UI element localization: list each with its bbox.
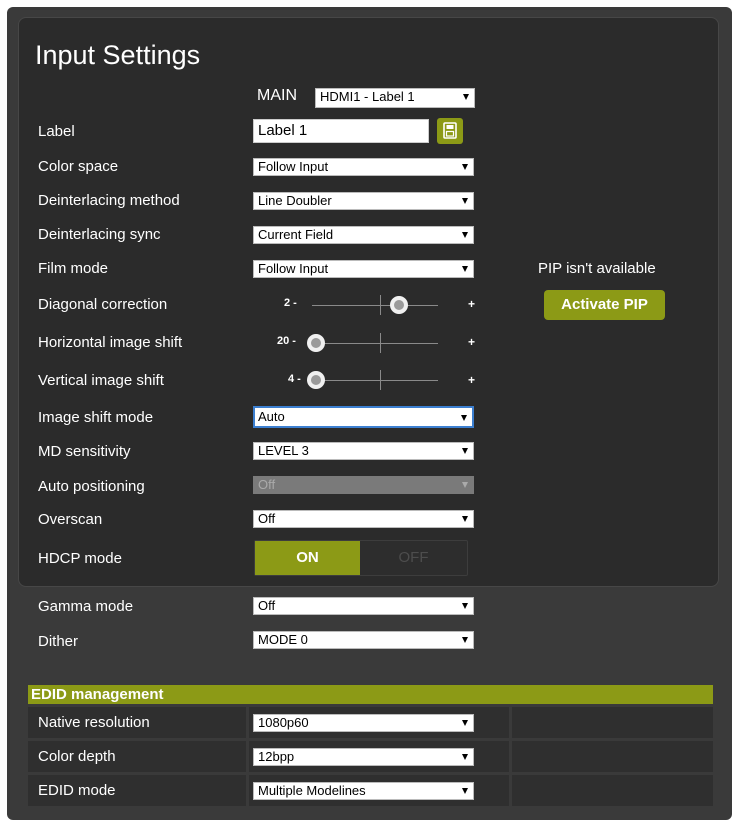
chevron-down-icon: [462, 788, 468, 794]
md-sensitivity-select[interactable]: LEVEL 3: [253, 442, 474, 460]
deinterlacing-sync-select[interactable]: Current Field: [253, 226, 474, 244]
dither-label: Dither: [38, 633, 79, 650]
vertical-image-shift-tick: [380, 370, 381, 390]
color-depth-label: Color depth: [38, 748, 116, 765]
vertical-image-shift-slider[interactable]: [307, 371, 325, 389]
edid-mode-select[interactable]: Multiple Modelines: [253, 782, 474, 800]
main-label: MAIN: [257, 87, 297, 104]
chevron-down-icon: [462, 603, 468, 609]
chevron-down-icon: [462, 516, 468, 522]
gamma-mode-value: Off: [258, 598, 276, 613]
native-resolution-select[interactable]: 1080p60: [253, 714, 474, 732]
diagonal-correction-label: Diagonal correction: [38, 296, 168, 313]
diagonal-correction-tick: [380, 295, 381, 315]
native-resolution-value: 1080p60: [258, 715, 309, 730]
auto-positioning-select: Off: [253, 476, 474, 494]
dither-value: MODE 0: [258, 632, 308, 647]
horizontal-image-shift-slider[interactable]: [307, 334, 325, 352]
md-sensitivity-label: MD sensitivity: [38, 443, 131, 460]
label-field-label: Label: [38, 123, 75, 140]
edid-management-header: EDID management: [28, 685, 713, 704]
deinterlacing-method-value: Line Doubler: [258, 193, 332, 208]
edid-mode-label: EDID mode: [38, 782, 116, 799]
diagonal-correction-min: 2 -: [284, 297, 297, 309]
chevron-down-icon: [462, 232, 468, 238]
horizontal-image-shift-label: Horizontal image shift: [38, 334, 183, 351]
diagonal-correction-slider[interactable]: [389, 296, 408, 314]
chevron-down-icon: [462, 637, 468, 643]
film-mode-select[interactable]: Follow Input: [253, 260, 474, 278]
page-title: Input Settings: [35, 40, 201, 70]
deinterlacing-sync-value: Current Field: [258, 227, 334, 242]
overscan-select[interactable]: Off: [253, 510, 474, 528]
film-mode-value: Follow Input: [258, 261, 329, 276]
auto-positioning-label: Auto positioning: [38, 478, 145, 495]
hdcp-mode-label: HDCP mode: [38, 550, 122, 567]
color-space-label: Color space: [38, 158, 119, 175]
hdcp-mode-toggle[interactable]: ON OFF: [254, 540, 468, 576]
chevron-down-icon: [462, 448, 468, 454]
film-mode-label: Film mode: [38, 260, 109, 277]
overscan-value: Off: [258, 511, 276, 526]
overscan-label: Overscan: [38, 511, 103, 528]
edid-empty-cell: [512, 707, 713, 738]
deinterlacing-method-label: Deinterlacing method: [38, 192, 180, 209]
chevron-down-icon: [462, 482, 468, 488]
vertical-image-shift-min: 4 -: [288, 373, 301, 385]
hdcp-on-option[interactable]: ON: [255, 541, 360, 575]
color-depth-select[interactable]: 12bpp: [253, 748, 474, 766]
chevron-down-icon: [462, 198, 468, 204]
main-input-select[interactable]: HDMI1 - Label 1: [315, 88, 475, 108]
chevron-down-icon: [463, 94, 469, 100]
diagonal-correction-max: +: [468, 297, 476, 311]
chevron-down-icon: [461, 415, 467, 421]
deinterlacing-method-select[interactable]: Line Doubler: [253, 192, 474, 210]
image-shift-mode-value: Auto: [258, 409, 285, 424]
md-sensitivity-value: LEVEL 3: [258, 443, 309, 458]
horizontal-image-shift-max: +: [468, 335, 476, 349]
image-shift-mode-select[interactable]: Auto: [253, 406, 474, 428]
vertical-image-shift-max: +: [468, 373, 476, 387]
gamma-mode-label: Gamma mode: [38, 598, 134, 615]
vertical-image-shift-track: [312, 380, 438, 381]
save-label-button[interactable]: [437, 118, 463, 144]
chevron-down-icon: [462, 720, 468, 726]
deinterlacing-sync-label: Deinterlacing sync: [38, 226, 161, 243]
dither-select[interactable]: MODE 0: [253, 631, 474, 649]
horizontal-image-shift-min: 20 -: [277, 335, 296, 347]
label-input[interactable]: Label 1: [253, 119, 429, 143]
chevron-down-icon: [462, 754, 468, 760]
image-shift-mode-label: Image shift mode: [38, 409, 154, 426]
native-resolution-label: Native resolution: [38, 714, 150, 731]
edid-empty-cell: [512, 741, 713, 772]
color-space-select[interactable]: Follow Input: [253, 158, 474, 176]
main-input-value: HDMI1 - Label 1: [320, 89, 415, 104]
activate-pip-button[interactable]: Activate PIP: [544, 290, 665, 320]
edid-empty-cell: [512, 775, 713, 806]
color-space-value: Follow Input: [258, 159, 329, 174]
pip-status-text: PIP isn't available: [538, 260, 656, 277]
color-depth-value: 12bpp: [258, 749, 295, 764]
hdcp-off-option[interactable]: OFF: [360, 541, 467, 575]
save-icon: [443, 122, 457, 139]
horizontal-image-shift-track: [312, 343, 438, 344]
auto-positioning-value: Off: [258, 477, 276, 492]
gamma-mode-select[interactable]: Off: [253, 597, 474, 615]
diagonal-correction-track: [312, 305, 438, 306]
vertical-image-shift-label: Vertical image shift: [38, 372, 164, 389]
horizontal-image-shift-tick: [380, 333, 381, 353]
edid-mode-value: Multiple Modelines: [258, 783, 366, 798]
chevron-down-icon: [462, 164, 468, 170]
chevron-down-icon: [462, 266, 468, 272]
